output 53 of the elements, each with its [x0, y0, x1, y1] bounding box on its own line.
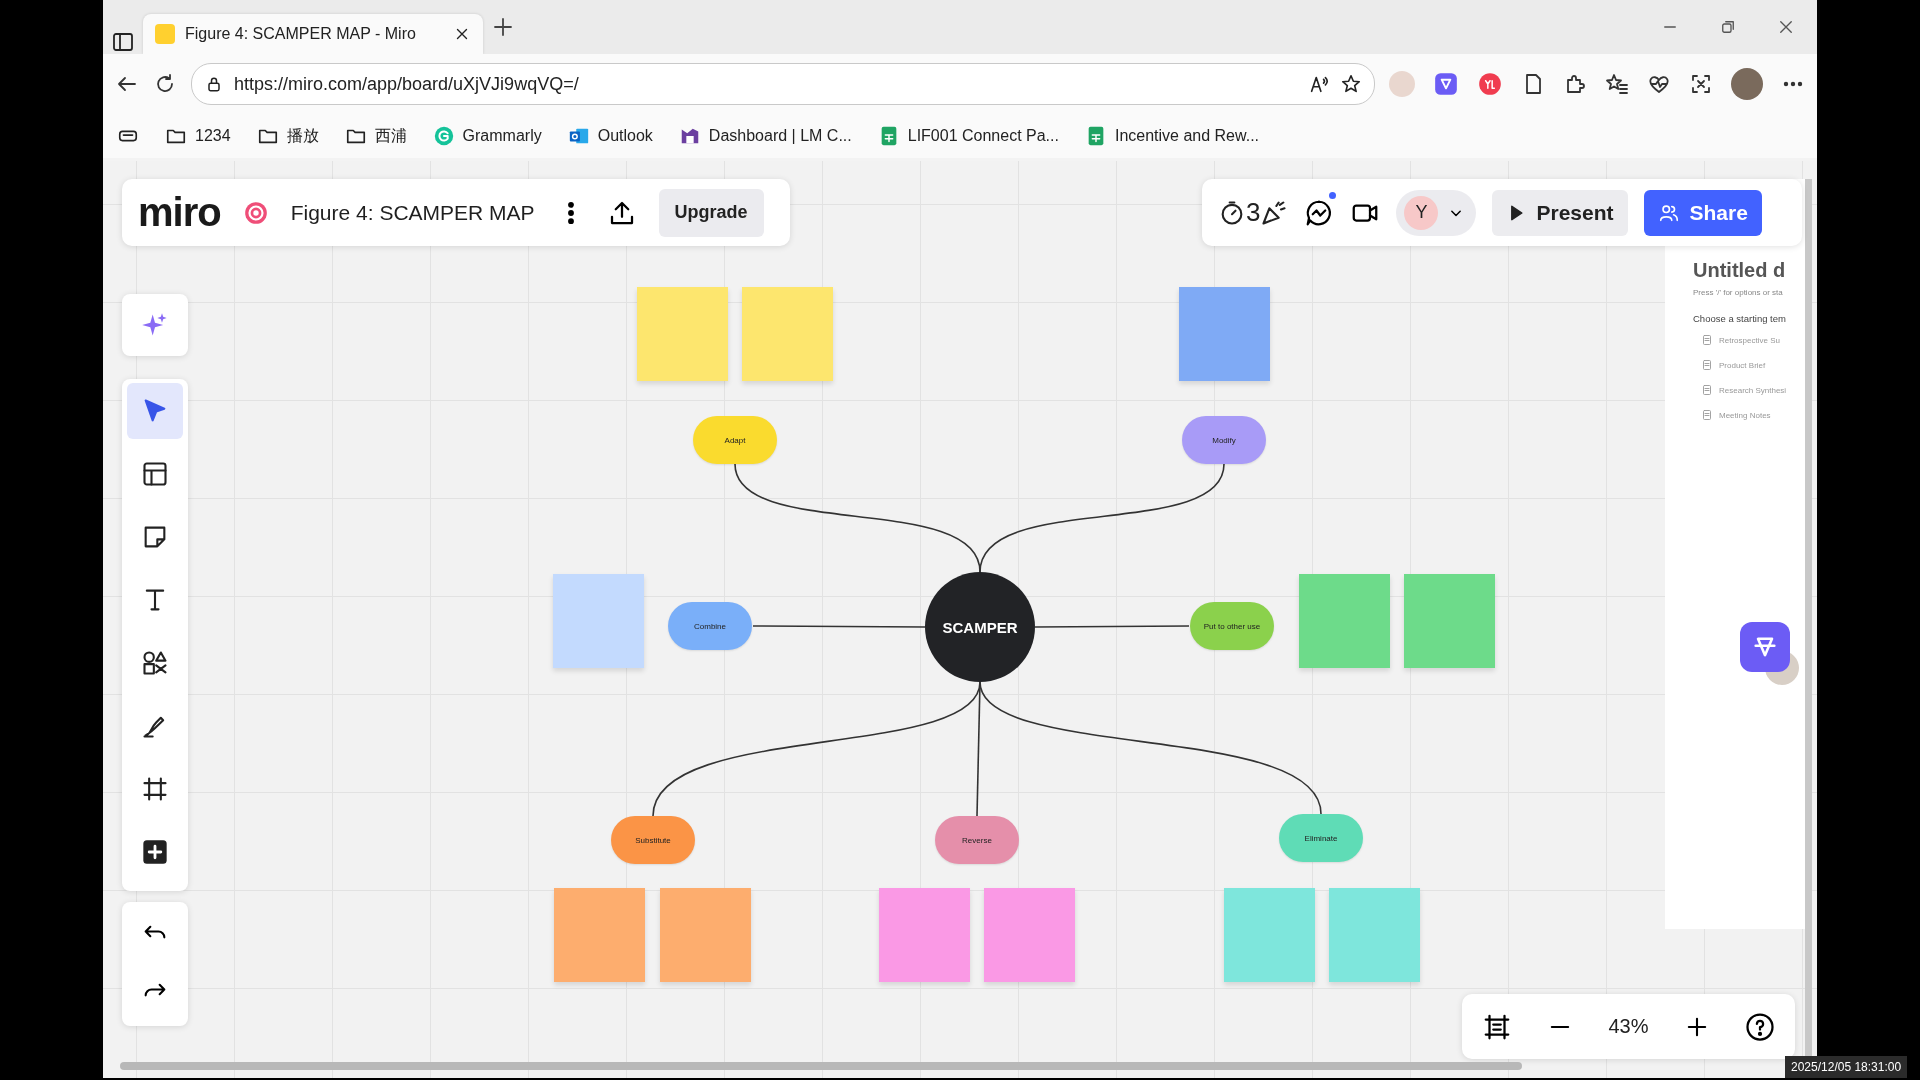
- restore-icon[interactable]: [1719, 18, 1737, 36]
- templates-icon[interactable]: [141, 460, 169, 488]
- screenshot-icon[interactable]: [1689, 72, 1713, 96]
- miro-favicon-icon: [155, 24, 175, 44]
- bookmark-link[interactable]: Outlook: [597, 127, 653, 145]
- address-bar[interactable]: https://miro.com/app/board/uXjVJi9wqVQ=/: [191, 63, 1375, 105]
- frame-icon[interactable]: [141, 775, 169, 803]
- document-hint: Press '/' for options or sta: [1693, 288, 1784, 297]
- mind-map-node[interactable]: Adapt: [693, 416, 777, 464]
- bookmark-link[interactable]: 播放: [286, 125, 319, 147]
- shapes-icon[interactable]: [141, 649, 169, 677]
- notification-dot: [1329, 191, 1337, 199]
- mind-map-node[interactable]: Combine: [668, 602, 752, 650]
- new-tab-icon[interactable]: [491, 15, 515, 39]
- extension-icon[interactable]: [1477, 71, 1503, 97]
- bookmark-link[interactable]: 1234: [195, 127, 231, 145]
- bookmark-link[interactable]: Incentive and Rew...: [1114, 127, 1260, 145]
- mind-map-node[interactable]: Modify: [1182, 416, 1266, 464]
- central-topic[interactable]: SCAMPER: [925, 572, 1035, 682]
- bookmark-link[interactable]: LIF001 Connect Pa...: [907, 127, 1059, 145]
- template-heading: Choose a starting tem: [1693, 313, 1787, 324]
- extension-icon[interactable]: [1433, 71, 1459, 97]
- party-popper-icon[interactable]: [1260, 198, 1289, 227]
- favorites-icon[interactable]: [1605, 72, 1629, 96]
- assistant-button[interactable]: [1740, 622, 1790, 672]
- favorite-star-icon[interactable]: [1340, 73, 1362, 95]
- user-avatar[interactable]: Y: [1404, 195, 1439, 230]
- mind-map-node[interactable]: Substitute: [611, 816, 695, 864]
- mind-map-node[interactable]: Reverse: [935, 816, 1019, 864]
- bookmark-link[interactable]: Grammarly: [462, 127, 542, 145]
- target-icon: [242, 199, 269, 226]
- zoom-level[interactable]: 43%: [1608, 1015, 1649, 1038]
- bookmark-link[interactable]: Dashboard | LM C...: [708, 127, 852, 145]
- present-button[interactable]: Present: [1492, 189, 1628, 236]
- upgrade-button[interactable]: Upgrade: [658, 188, 764, 237]
- help-icon[interactable]: [1744, 1011, 1775, 1042]
- close-icon[interactable]: [1777, 18, 1795, 36]
- profile-avatar[interactable]: [1731, 68, 1763, 100]
- mind-map-node[interactable]: Eliminate: [1279, 814, 1363, 862]
- bookmark-link[interactable]: 西浦: [374, 125, 407, 147]
- collaborators-dropdown[interactable]: Y: [1396, 189, 1477, 236]
- mind-map-node[interactable]: Put to other use: [1190, 602, 1274, 650]
- sidebar-icon[interactable]: [111, 30, 135, 54]
- board-title[interactable]: Figure 4: SCAMPER MAP: [290, 200, 535, 225]
- vertical-scrollbar[interactable]: [1805, 179, 1812, 1059]
- document-title[interactable]: Untitled d: [1693, 259, 1805, 282]
- timestamp: 2025/12/05 18:31:00: [1785, 1056, 1908, 1078]
- browser-tab[interactable]: Figure 4: SCAMPER MAP - Miro: [143, 14, 483, 54]
- horizontal-scrollbar[interactable]: [120, 1062, 1522, 1070]
- timer-count[interactable]: 3: [1246, 197, 1261, 228]
- share-button[interactable]: Share: [1643, 189, 1762, 236]
- add-icon[interactable]: [141, 838, 169, 866]
- miro-logo[interactable]: miro: [138, 190, 221, 235]
